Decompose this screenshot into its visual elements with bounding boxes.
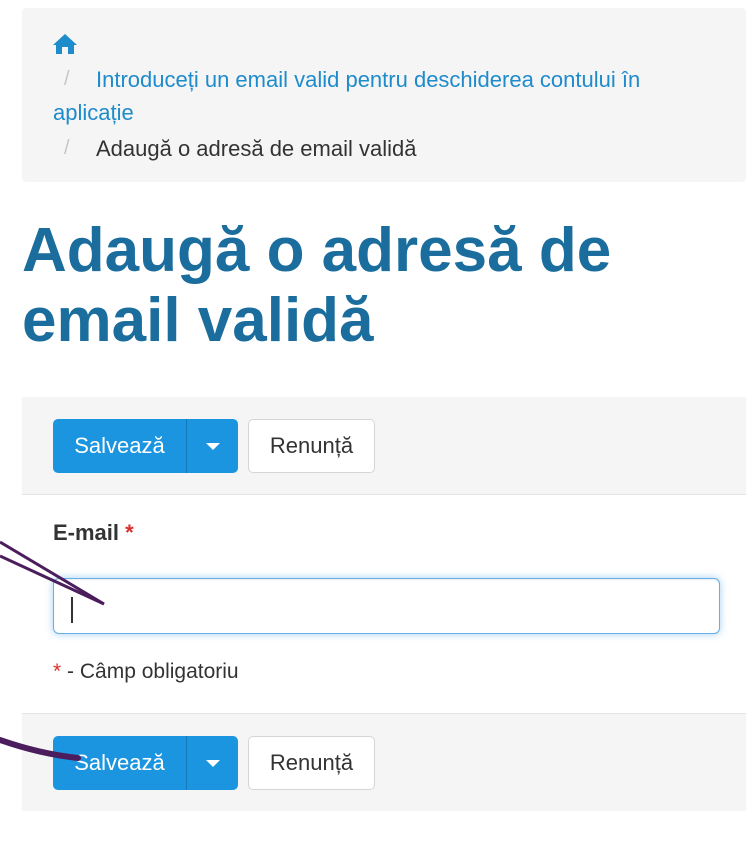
email-label-text: E-mail (53, 520, 120, 545)
required-note-text: - Câmp obligatoriu (67, 660, 239, 683)
breadcrumb-link[interactable]: Introduceți un email valid pentru deschi… (53, 63, 725, 129)
email-label: E-mail * (53, 520, 134, 546)
top-toolbar: Salvează Renunță (22, 397, 746, 495)
save-button[interactable]: Salvează (53, 736, 186, 790)
text-cursor (71, 597, 73, 623)
required-marker: * (125, 520, 134, 545)
save-button-group: Salvează (53, 736, 238, 790)
caret-down-icon (205, 442, 220, 450)
save-options-button[interactable] (186, 736, 238, 790)
breadcrumb: / Introduceți un email valid pentru desc… (22, 8, 746, 182)
required-marker: * (53, 660, 62, 683)
required-note: * - Câmp obligatoriu (53, 660, 239, 684)
breadcrumb-current: Adaugă o adresă de email validă (96, 136, 417, 161)
save-button-group: Salvează (53, 419, 238, 473)
caret-down-icon (205, 759, 220, 767)
cancel-button[interactable]: Renunță (248, 419, 375, 473)
bottom-toolbar: Salvează Renunță (22, 713, 746, 811)
email-field[interactable] (53, 578, 720, 634)
home-icon[interactable] (52, 32, 78, 56)
breadcrumb-separator: / (64, 137, 70, 159)
page-title: Adaugă o adresă de email validă (22, 216, 612, 355)
save-options-button[interactable] (186, 419, 238, 473)
save-button[interactable]: Salvează (53, 419, 186, 473)
cancel-button[interactable]: Renunță (248, 736, 375, 790)
